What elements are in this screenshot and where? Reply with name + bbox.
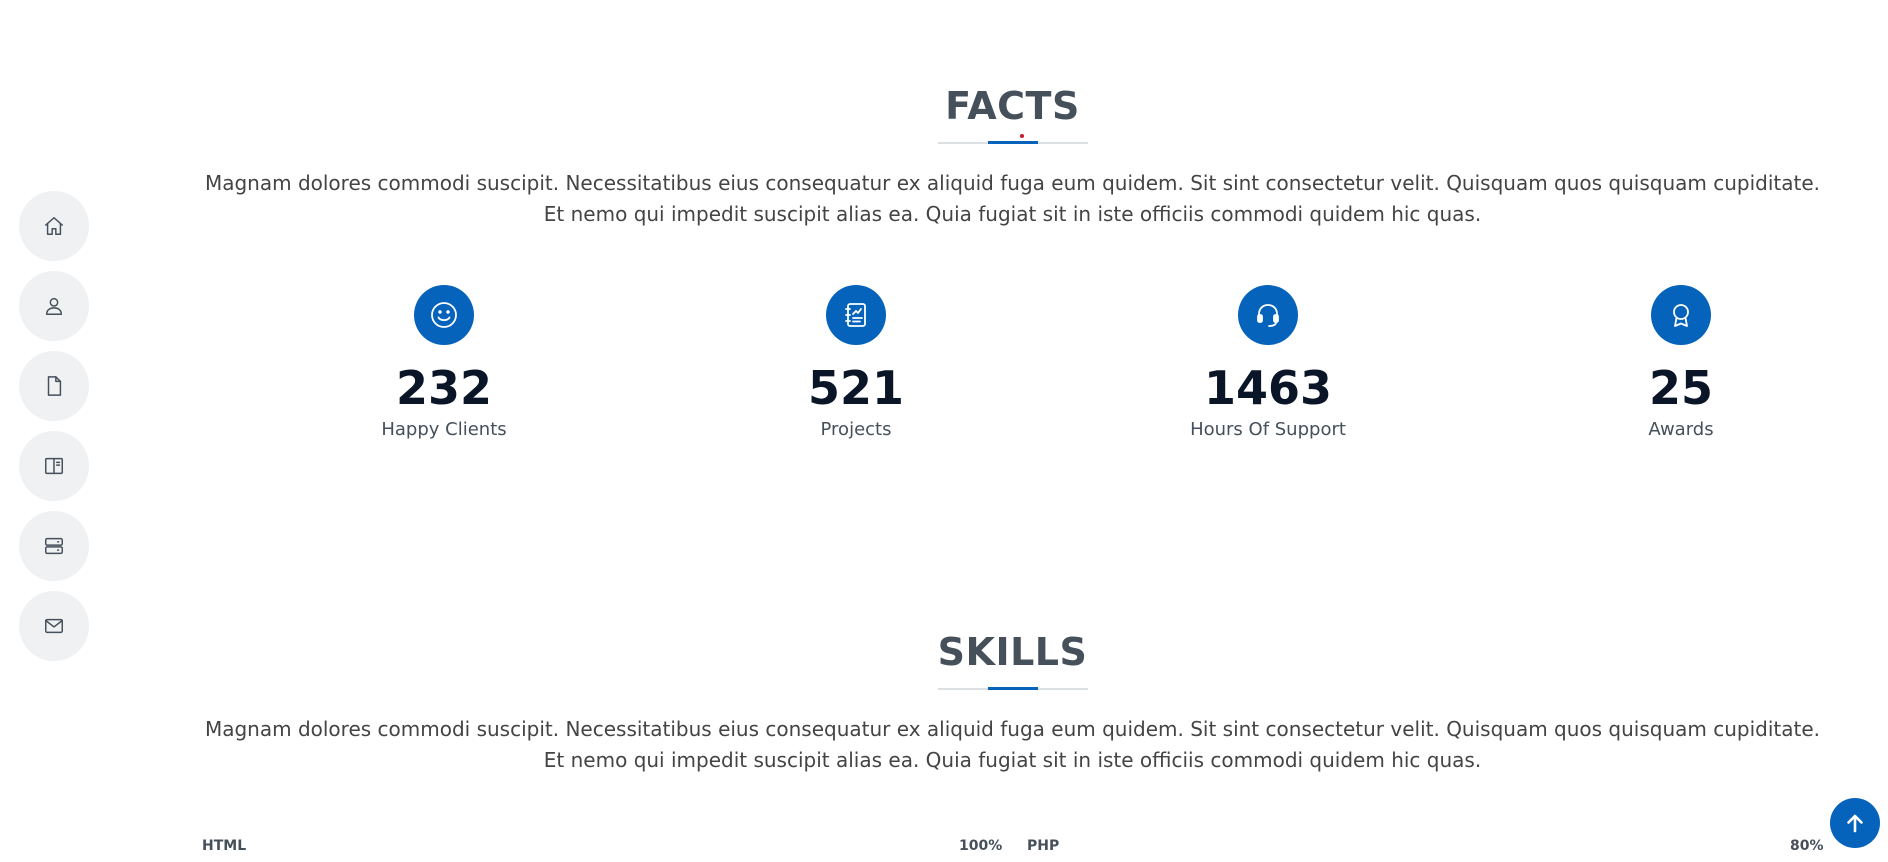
side-navigation [19, 191, 89, 671]
fact-icon-circle [414, 285, 474, 345]
fact-icon-circle [826, 285, 886, 345]
fact-hours-of-support: 1463 Hours Of Support [1118, 285, 1418, 440]
skill-value: 100% [959, 838, 1003, 854]
headset-icon [1257, 304, 1279, 327]
journal-richtext-icon [845, 303, 866, 327]
nav-resume-button[interactable] [19, 351, 89, 421]
fact-label: Hours Of Support [1190, 419, 1346, 440]
person-icon [45, 297, 63, 315]
house-icon [45, 217, 63, 235]
arrow-up-icon [1847, 814, 1863, 833]
underline-dot [1019, 134, 1024, 138]
skills-section: SKILLS Magnam dolores commodi suscipit. … [200, 630, 1825, 776]
fact-label: Awards [1648, 419, 1714, 440]
back-to-top-button[interactable] [1830, 798, 1880, 848]
fact-happy-clients: 232 Happy Clients [294, 285, 594, 440]
facts-description: Magnam dolores commodi suscipit. Necessi… [204, 171, 1821, 226]
fact-awards: 25 Awards [1531, 285, 1831, 440]
skill-name: PHP [1027, 838, 1060, 854]
skills-description: Magnam dolores commodi suscipit. Necessi… [204, 717, 1821, 772]
skill-name: HTML [202, 838, 247, 854]
envelope-icon [45, 618, 63, 634]
fact-label: Happy Clients [381, 419, 507, 440]
emoji-smile-icon [431, 302, 457, 328]
skills-title-underline [937, 687, 1088, 690]
fact-icon-circle [1651, 285, 1711, 345]
fact-count: 521 [807, 361, 905, 415]
book-half-icon [45, 457, 63, 475]
fact-count: 232 [395, 361, 493, 415]
facts-title: FACTS [945, 84, 1080, 128]
nav-home-button[interactable] [19, 191, 89, 261]
underline-accent [987, 141, 1038, 144]
nav-about-button[interactable] [19, 271, 89, 341]
fact-count: 1463 [1203, 361, 1333, 415]
nav-contact-button[interactable] [19, 591, 89, 661]
fact-count: 25 [1648, 361, 1713, 415]
facts-section: FACTS Magnam dolores commodi suscipit. N… [200, 84, 1825, 230]
fact-icon-circle [1238, 285, 1298, 345]
nav-services-button[interactable] [19, 511, 89, 581]
nav-portfolio-button[interactable] [19, 431, 89, 501]
underline-accent [987, 687, 1038, 690]
skill-value: 80% [1790, 838, 1824, 854]
facts-title-underline [937, 134, 1088, 144]
award-icon [1673, 304, 1689, 327]
file-icon [47, 376, 62, 396]
skills-title: SKILLS [937, 630, 1088, 674]
fact-label: Projects [820, 419, 892, 440]
server-icon [45, 537, 63, 555]
facts-counters: 232 Happy Clients 521 Projects 1463 Hour… [200, 285, 1850, 465]
fact-projects: 521 Projects [706, 285, 1006, 440]
